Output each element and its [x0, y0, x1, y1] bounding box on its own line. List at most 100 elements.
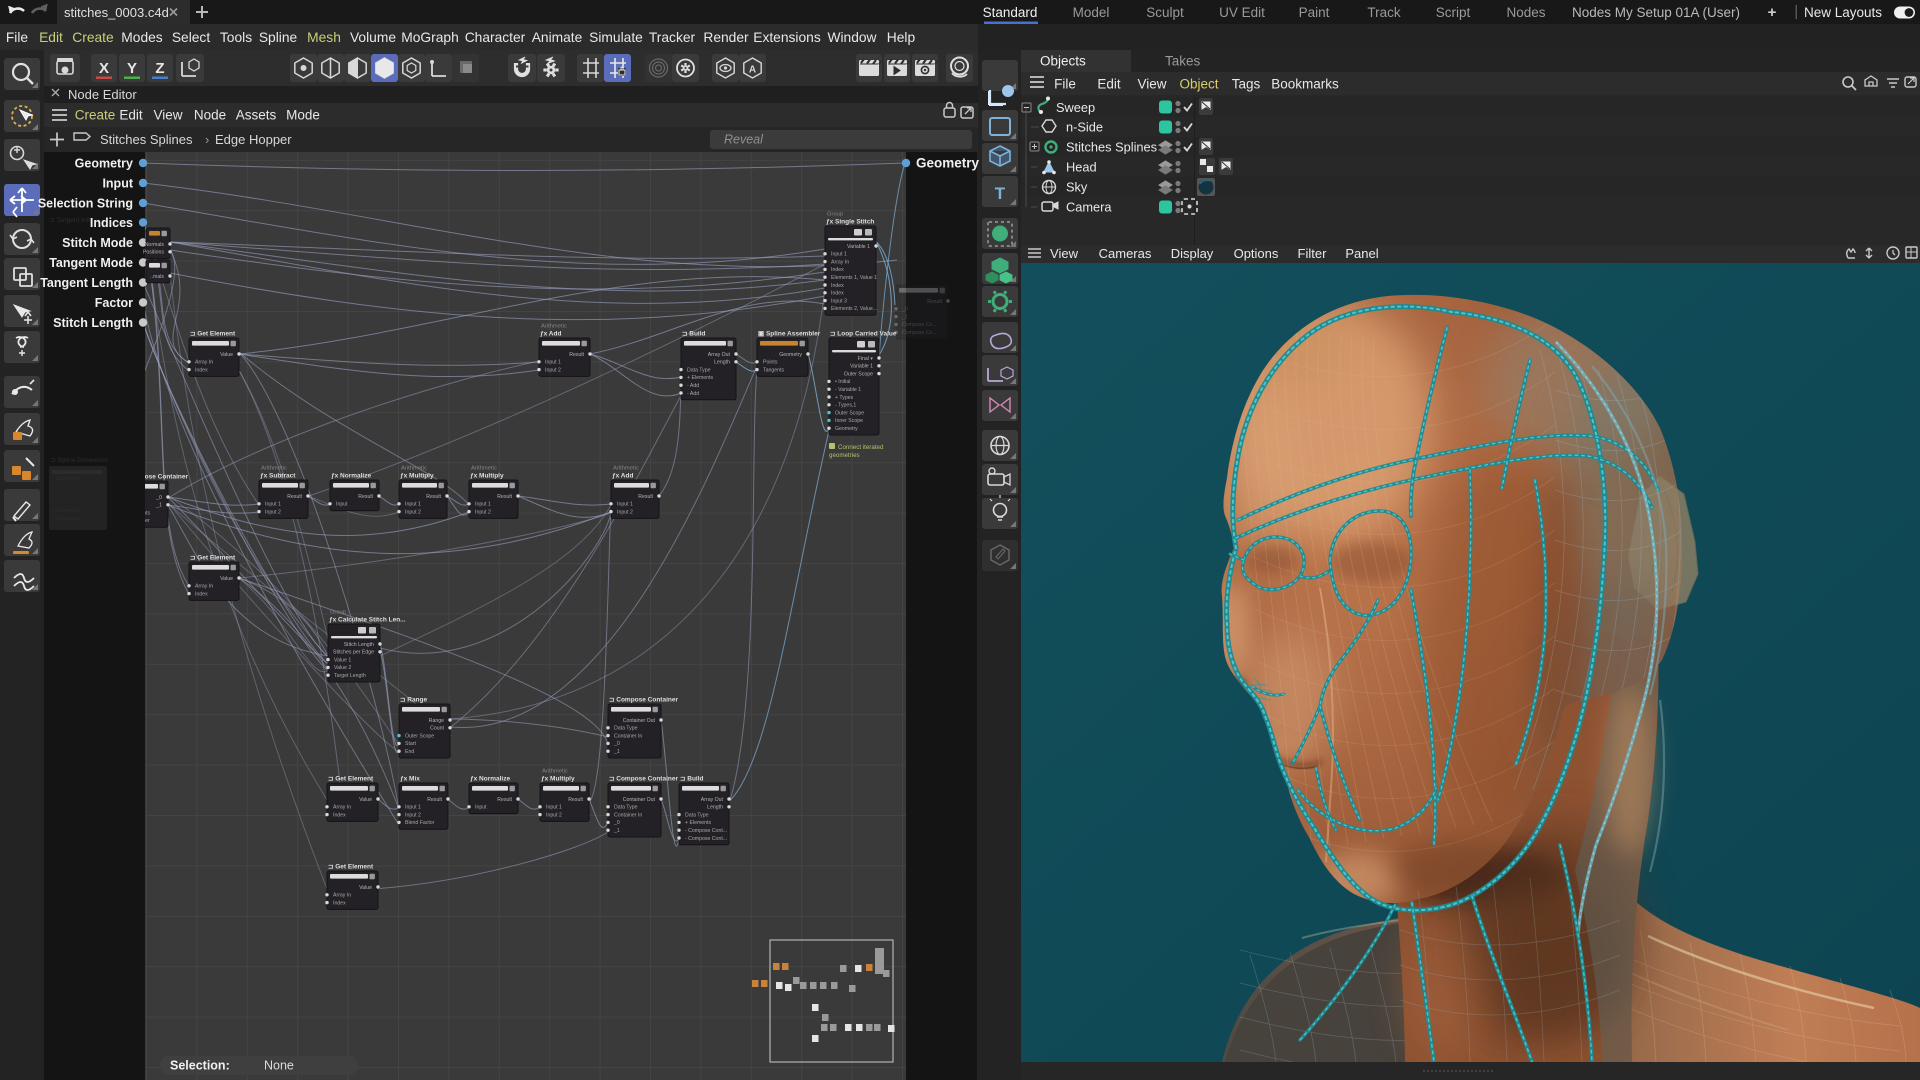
svg-text:Volume: Volume	[350, 30, 396, 45]
svg-text:ƒx Normalize: ƒx Normalize	[470, 776, 510, 783]
svg-text:Result: Result	[426, 494, 441, 500]
svg-text:Elements 1, Value 1: Elements 1, Value 1	[831, 275, 877, 281]
svg-text:Container Out: Container Out	[623, 718, 656, 724]
svg-text:Character: Character	[465, 30, 526, 45]
svg-text:Data Type: Data Type	[685, 812, 709, 818]
svg-text:Elements 2, Value...: Elements 2, Value...	[831, 306, 877, 312]
svg-text:Tangent Mode: Tangent Mode	[49, 256, 133, 270]
svg-text:Start: Start	[405, 741, 417, 747]
svg-text:Input 1: Input 1	[617, 502, 633, 508]
svg-text:Input 2: Input 2	[545, 367, 561, 373]
svg-text:⊐ Spline Dimension: ⊐ Spline Dimension	[50, 457, 108, 464]
svg-text:X: X	[99, 60, 109, 77]
svg-text:Stitches per Edge: Stitches per Edge	[333, 650, 374, 656]
svg-text:Value: Value	[220, 352, 233, 358]
svg-text:Data Type: Data Type	[687, 367, 711, 373]
svg-text:Container Out: Container Out	[623, 797, 656, 803]
svg-text:Simulate: Simulate	[589, 30, 643, 45]
svg-text:Object: Object	[1179, 77, 1218, 92]
svg-text:ƒx Multiply: ƒx Multiply	[541, 776, 575, 783]
svg-text:Assets: Assets	[236, 108, 277, 123]
svg-text:Selection String: Selection String	[38, 197, 133, 211]
svg-text:Geometry: Geometry	[916, 156, 980, 171]
svg-text:Standard: Standard	[983, 5, 1038, 20]
svg-text:Camera: Camera	[1066, 200, 1112, 215]
svg-text:ƒx Multiply: ƒx Multiply	[470, 473, 504, 480]
svg-text:Index: Index	[831, 267, 844, 273]
svg-text:Array In: Array In	[333, 805, 351, 811]
svg-text:Variable 1: Variable 1	[850, 364, 873, 370]
svg-text:Panel: Panel	[1345, 246, 1378, 261]
svg-text:Input 3: Input 3	[831, 298, 847, 304]
svg-text:+ Elements: + Elements	[685, 820, 712, 826]
svg-text:Index: Index	[195, 591, 208, 597]
svg-text:Data Type: Data Type	[614, 805, 638, 811]
svg-text:Target Length: Target Length	[334, 673, 366, 679]
svg-text:Length: Length	[707, 805, 723, 811]
svg-text:⊐ Get Element: ⊐ Get Element	[190, 330, 236, 338]
svg-text:Edit: Edit	[39, 30, 63, 45]
svg-text:⊐ Loop Carried Value: ⊐ Loop Carried Value	[830, 330, 897, 338]
svg-text:Group: Group	[827, 212, 843, 218]
svg-text:+ Types: + Types	[835, 395, 854, 401]
svg-text:Array In: Array In	[333, 893, 351, 899]
svg-text:MoGraph: MoGraph	[401, 30, 459, 45]
svg-text:Stitch Length: Stitch Length	[344, 642, 374, 648]
svg-text:File: File	[1054, 77, 1076, 92]
svg-text:ƒx Calculate Stitch Len...: ƒx Calculate Stitch Len...	[329, 617, 406, 624]
svg-text:Result: Result	[427, 797, 442, 803]
svg-text:Stitch Length: Stitch Length	[53, 316, 133, 330]
svg-text:Track: Track	[1367, 5, 1400, 20]
svg-text:Index: Index	[831, 291, 844, 297]
svg-text:Input 1: Input 1	[546, 805, 562, 811]
svg-text:_0: _0	[613, 741, 620, 747]
svg-text:Index: Index	[333, 812, 346, 818]
svg-text:Sweep: Sweep	[1056, 100, 1095, 115]
svg-text:Array Out: Array Out	[708, 352, 731, 358]
svg-text:Display: Display	[1171, 246, 1214, 261]
svg-text:Script: Script	[1436, 5, 1471, 20]
svg-text:+: +	[1768, 4, 1777, 21]
svg-text:Tools: Tools	[220, 30, 252, 45]
svg-text:Positions: Positions	[143, 250, 164, 256]
svg-text:⊐ Get Element: ⊐ Get Element	[328, 775, 374, 783]
svg-text:Node Editor: Node Editor	[68, 87, 137, 102]
svg-text:Result: Result	[568, 797, 583, 803]
svg-text:Blend Factor: Blend Factor	[405, 820, 435, 826]
svg-text:▣ Spline Assembler: ▣ Spline Assembler	[758, 331, 821, 338]
svg-text:Geometry: Geometry	[75, 157, 133, 171]
svg-text:None: None	[264, 1059, 294, 1073]
svg-text:⊐ Get Element: ⊐ Get Element	[328, 863, 374, 871]
svg-text:Input 2: Input 2	[405, 812, 421, 818]
svg-text:Outer Scope: Outer Scope	[844, 371, 873, 377]
svg-text:ƒx Mix: ƒx Mix	[400, 776, 420, 783]
svg-text:⊐ Tangent Infl...: ⊐ Tangent Infl...	[49, 217, 95, 224]
svg-text:Input 1: Input 1	[405, 805, 421, 811]
svg-text:Geometry: Geometry	[835, 426, 858, 432]
svg-text:Final ▾: Final ▾	[858, 356, 874, 362]
svg-text:ƒx Add: ƒx Add	[540, 331, 561, 338]
svg-text:Spline: Spline	[259, 30, 298, 45]
svg-text:Data Type: Data Type	[614, 726, 638, 732]
svg-text:Model: Model	[1073, 5, 1110, 20]
svg-text:Objects: Objects	[1040, 54, 1086, 69]
svg-text:Window: Window	[827, 30, 876, 45]
svg-text:..mals: ..mals	[150, 274, 164, 280]
svg-text:Normals: Normals	[145, 242, 165, 248]
svg-text:Animate: Animate	[532, 30, 583, 45]
svg-text:- Container: - Container	[52, 516, 80, 522]
svg-text:_1: _1	[613, 749, 620, 755]
svg-text:Input: Input	[336, 502, 348, 508]
svg-text:Tangent Length: Tangent Length	[40, 276, 133, 290]
svg-text:Connect iterated: Connect iterated	[838, 444, 884, 451]
svg-text:Cameras: Cameras	[1099, 246, 1152, 261]
svg-text:Input 1: Input 1	[831, 252, 847, 258]
svg-text:ƒx Multiply: ƒx Multiply	[400, 473, 434, 480]
svg-text:Tags: Tags	[1232, 77, 1261, 92]
svg-text:⊐ Build: ⊐ Build	[682, 330, 706, 338]
svg-text:A: A	[749, 65, 756, 76]
svg-text:- Add: - Add	[687, 391, 699, 397]
svg-text:Edge Hopper: Edge Hopper	[215, 132, 292, 147]
svg-text:Indices: Indices	[90, 216, 133, 230]
svg-text:Range: Range	[429, 718, 444, 724]
